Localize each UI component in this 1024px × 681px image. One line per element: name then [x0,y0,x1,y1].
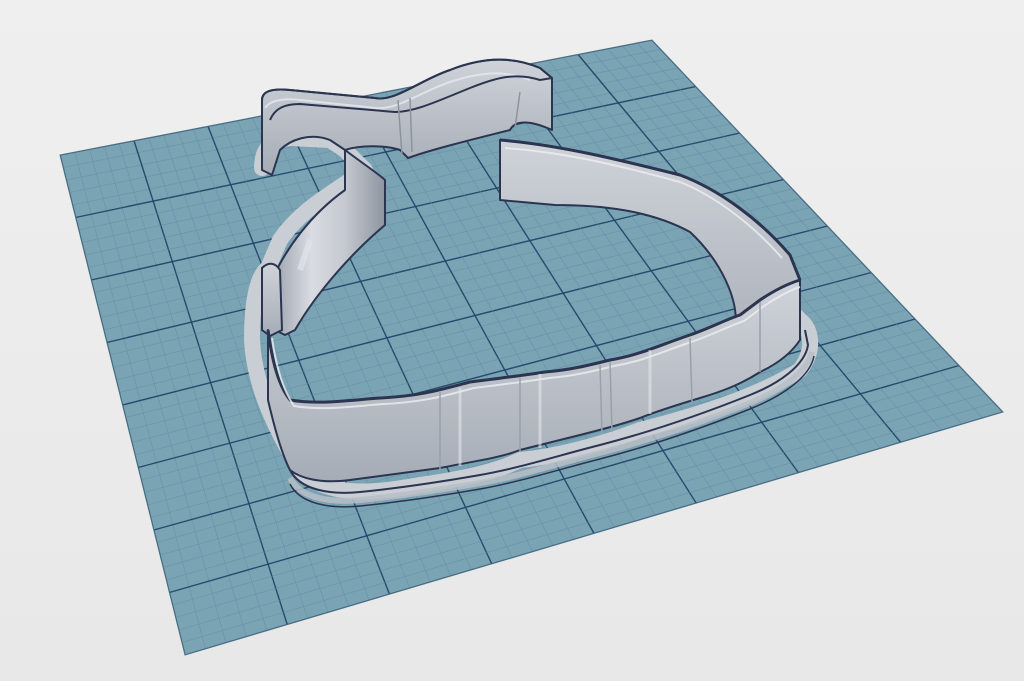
viewport-canvas[interactable] [0,0,1024,681]
grid-plane [59,39,1004,656]
3d-viewport[interactable] [0,0,1024,681]
